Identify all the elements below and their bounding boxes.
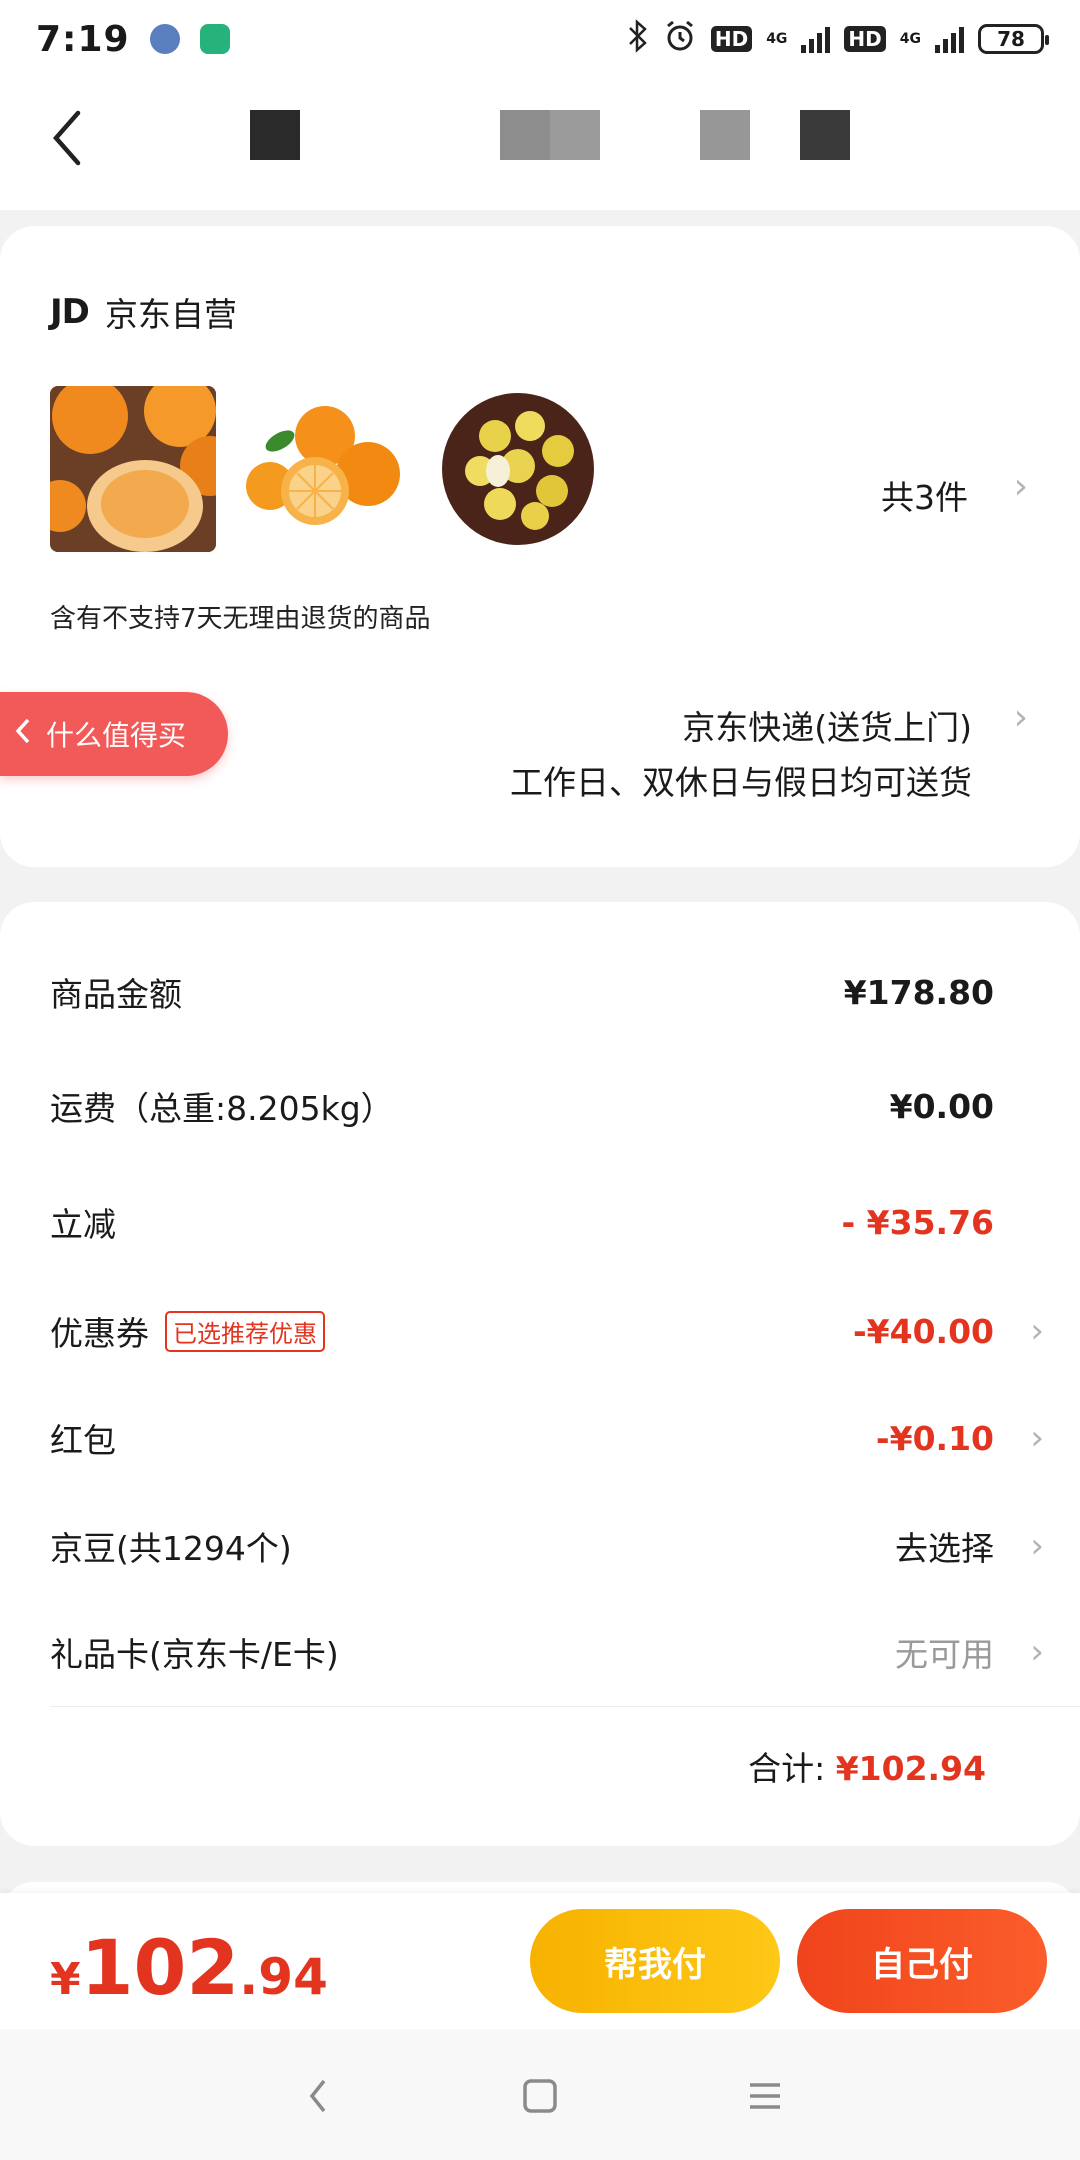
- jd-beans-label: 京豆(共1294个): [50, 1529, 292, 1568]
- freight-value: ¥0.00: [889, 1086, 994, 1126]
- chevron-right-icon[interactable]: ›: [1014, 466, 1028, 507]
- redacted-title-block-1: [250, 110, 300, 160]
- divider: [50, 1706, 1080, 1707]
- nav-back-icon[interactable]: [293, 2071, 343, 2121]
- redacted-title-block-3: [700, 110, 750, 160]
- shipping-time: 工作日、双休日与假日均可送货: [510, 763, 972, 802]
- smzdm-label: 什么值得买: [46, 719, 187, 752]
- product-thumbnail-2[interactable]: [240, 386, 406, 552]
- product-thumbnail-1[interactable]: [50, 386, 216, 552]
- subtotal: 合计: ¥102.94: [748, 1742, 986, 1790]
- red-packet-row[interactable]: 红包 -¥0.10 ›: [50, 1408, 1044, 1468]
- app-notification-icon: [149, 24, 180, 54]
- price-decimal: .94: [239, 1948, 328, 2006]
- bluetooth-icon: [627, 19, 649, 59]
- coupon-row[interactable]: 优惠券 已选推荐优惠 -¥40.00 ›: [50, 1301, 1044, 1361]
- cost-summary-card: 商品金额 ¥178.80 运费（总重:8.205kg） ¥0.00 立减 - ¥…: [0, 902, 1080, 1846]
- red-packet-chevron-icon[interactable]: ›: [1030, 1418, 1044, 1458]
- signal-bars-icon: [801, 25, 831, 53]
- smzdm-floating-button[interactable]: 什么值得买: [0, 692, 228, 776]
- shop-name: 京东自营: [104, 295, 237, 334]
- jd-beans-row[interactable]: 京豆(共1294个) 去选择 ›: [50, 1516, 1044, 1576]
- instant-discount-row: 立减 - ¥35.76: [50, 1192, 1030, 1252]
- product-thumbnail-3[interactable]: [440, 386, 606, 552]
- coupon-label: 优惠券: [50, 1314, 149, 1353]
- return-policy-notice: 含有不支持7天无理由退货的商品: [50, 604, 431, 634]
- coupon-tag: 已选推荐优惠: [165, 1310, 325, 1352]
- instant-discount-label: 立减: [50, 1205, 116, 1244]
- items-amount-row: 商品金额 ¥178.80: [50, 962, 1030, 1022]
- shipping-chevron-icon[interactable]: ›: [1014, 697, 1028, 738]
- status-time: 7:19: [36, 18, 130, 60]
- nav-menu-icon[interactable]: [740, 2071, 790, 2121]
- gift-card-row[interactable]: 礼品卡(京东卡/E卡) 无可用 ›: [50, 1622, 1044, 1682]
- help-me-pay-button[interactable]: 帮我付: [530, 1909, 780, 2013]
- system-nav-bar: [0, 2029, 1080, 2160]
- nav-home-icon[interactable]: [515, 2071, 565, 2121]
- jd-logo: JD: [50, 292, 90, 332]
- price-currency: ¥: [50, 1954, 81, 2005]
- gift-card-chevron-icon[interactable]: ›: [1030, 1632, 1044, 1672]
- network-4g-label-2: 4G: [899, 31, 921, 47]
- redacted-title-block-4: [800, 110, 850, 160]
- status-icons: HD 4G HD 4G 78: [627, 19, 1049, 59]
- status-bar: 7:19 HD 4G HD 4G 78: [0, 0, 1080, 78]
- app-notification-icon-2: [199, 24, 230, 54]
- gift-card-label: 礼品卡(京东卡/E卡): [50, 1635, 339, 1674]
- pay-myself-button[interactable]: 自己付: [797, 1909, 1047, 2013]
- instant-discount-value: - ¥35.76: [841, 1202, 994, 1242]
- hd-badge: HD: [710, 26, 753, 52]
- coupon-value: -¥40.00: [852, 1311, 994, 1351]
- jd-beans-value: 去选择: [895, 1529, 994, 1568]
- hd-badge-2: HD: [844, 26, 886, 52]
- items-amount-label: 商品金额: [50, 975, 182, 1014]
- gift-card-value: 无可用: [895, 1635, 994, 1674]
- shipping-method[interactable]: 京东快递(送货上门): [682, 701, 972, 749]
- network-4g-label: 4G: [766, 31, 788, 47]
- subtotal-value: ¥102.94: [835, 1749, 986, 1788]
- battery-level: 78: [997, 27, 1025, 51]
- subtotal-label: 合计:: [748, 1749, 826, 1788]
- page-header: [0, 78, 1080, 210]
- item-count-label[interactable]: 共3件: [881, 471, 968, 519]
- red-packet-value: -¥0.10: [875, 1418, 994, 1458]
- red-packet-label: 红包: [50, 1421, 116, 1460]
- freight-row: 运费（总重:8.205kg） ¥0.00: [50, 1076, 1030, 1136]
- checkout-bar: ¥ 102 .94 帮我付 自己付: [0, 1893, 1080, 2029]
- chevron-left-icon: [14, 717, 32, 752]
- items-amount-value: ¥178.80: [843, 972, 994, 1012]
- freight-label: 运费（总重:8.205kg）: [50, 1089, 394, 1128]
- signal-bars-icon-2: [935, 25, 964, 53]
- total-price: ¥ 102 .94: [50, 1923, 328, 2012]
- jd-beans-chevron-icon[interactable]: ›: [1030, 1526, 1044, 1566]
- coupon-chevron-icon[interactable]: ›: [1030, 1311, 1044, 1351]
- price-integer: 102: [80, 1923, 240, 2012]
- battery-icon: 78: [978, 24, 1049, 54]
- shop-header: JD 京东自营: [50, 288, 237, 336]
- alarm-icon: [663, 19, 697, 59]
- redacted-title-block-2: [500, 110, 600, 160]
- back-chevron-icon[interactable]: [48, 108, 112, 180]
